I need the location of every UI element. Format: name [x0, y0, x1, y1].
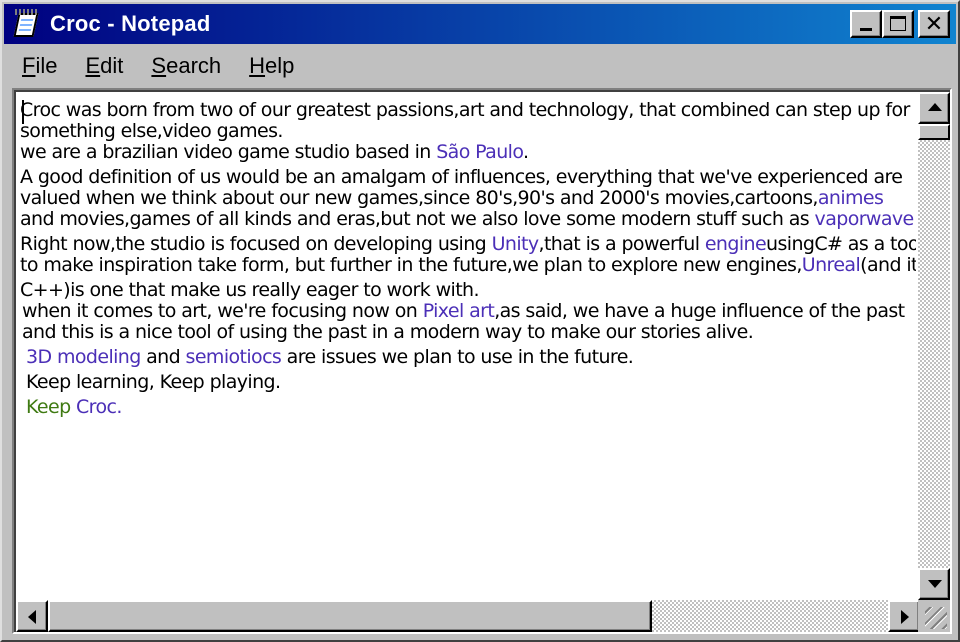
paragraph-tech: Right now,the studio is focused on devel… [20, 233, 916, 276]
link-unity: Unity [491, 233, 540, 255]
menu-file[interactable]: File [10, 53, 69, 79]
link-3d-modeling: 3D modeling [26, 346, 141, 368]
scroll-left-button[interactable] [16, 600, 48, 632]
notepad-icon[interactable] [12, 9, 42, 39]
paragraph-motto: Keep learning, Keep playing. [26, 371, 281, 393]
paragraph-art: C++)is one that make us really eager to … [20, 279, 905, 343]
window-controls: ✕ [850, 10, 950, 38]
link-engine: engine [704, 233, 767, 255]
minimize-icon [860, 28, 872, 31]
arrow-right-icon [901, 610, 909, 624]
window-title: Croc - Notepad [50, 11, 211, 36]
close-icon: ✕ [924, 11, 944, 36]
edit-frame: Croc was born from two of our greatest p… [12, 88, 952, 634]
menu-search[interactable]: Search [139, 53, 233, 79]
link-pixel-art: Pixel art [422, 300, 495, 322]
paragraph-future: 3D modeling and semiotiocs are issues we… [26, 346, 634, 368]
text-editor[interactable]: Croc was born from two of our greatest p… [14, 90, 950, 632]
menu-help[interactable]: Help [237, 53, 306, 79]
title-bar[interactable]: Croc - Notepad ✕ [4, 4, 956, 44]
minimize-button[interactable] [850, 10, 882, 38]
size-grip[interactable] [918, 600, 950, 632]
vertical-scrollbar[interactable] [918, 92, 950, 600]
paragraph-intro: Croc was born from two of our greatest p… [20, 100, 910, 163]
notepad-window: Croc - Notepad ✕ File Edit Search Help C… [0, 0, 960, 642]
document-text[interactable]: Croc was born from two of our greatest p… [20, 100, 916, 600]
paragraph-influences: A good definition of us would be an amal… [20, 166, 915, 230]
maximize-icon [890, 16, 906, 31]
horizontal-scroll-thumb[interactable] [48, 600, 652, 632]
scroll-right-button[interactable] [888, 600, 920, 632]
link-semiotiocs: semiotiocs [185, 346, 282, 368]
link-animes: animes [817, 187, 884, 209]
link-sao-paulo: São Paulo [436, 141, 524, 163]
maximize-button[interactable] [882, 10, 914, 38]
menu-bar: File Edit Search Help [4, 48, 956, 84]
scroll-down-button[interactable] [918, 568, 950, 600]
link-croc: Croc. [76, 396, 122, 418]
link-unreal: Unreal [801, 254, 861, 276]
menu-edit[interactable]: Edit [73, 53, 135, 79]
close-button[interactable]: ✕ [918, 10, 950, 38]
arrow-left-icon [28, 610, 36, 624]
horizontal-scrollbar[interactable] [16, 600, 920, 632]
scroll-up-button[interactable] [918, 92, 950, 124]
link-vaporwave: vaporwave [814, 208, 915, 230]
arrow-up-icon [928, 103, 942, 111]
vertical-scroll-thumb[interactable] [918, 124, 950, 140]
arrow-down-icon [928, 580, 942, 588]
paragraph-signoff: Keep Croc. [26, 396, 122, 418]
